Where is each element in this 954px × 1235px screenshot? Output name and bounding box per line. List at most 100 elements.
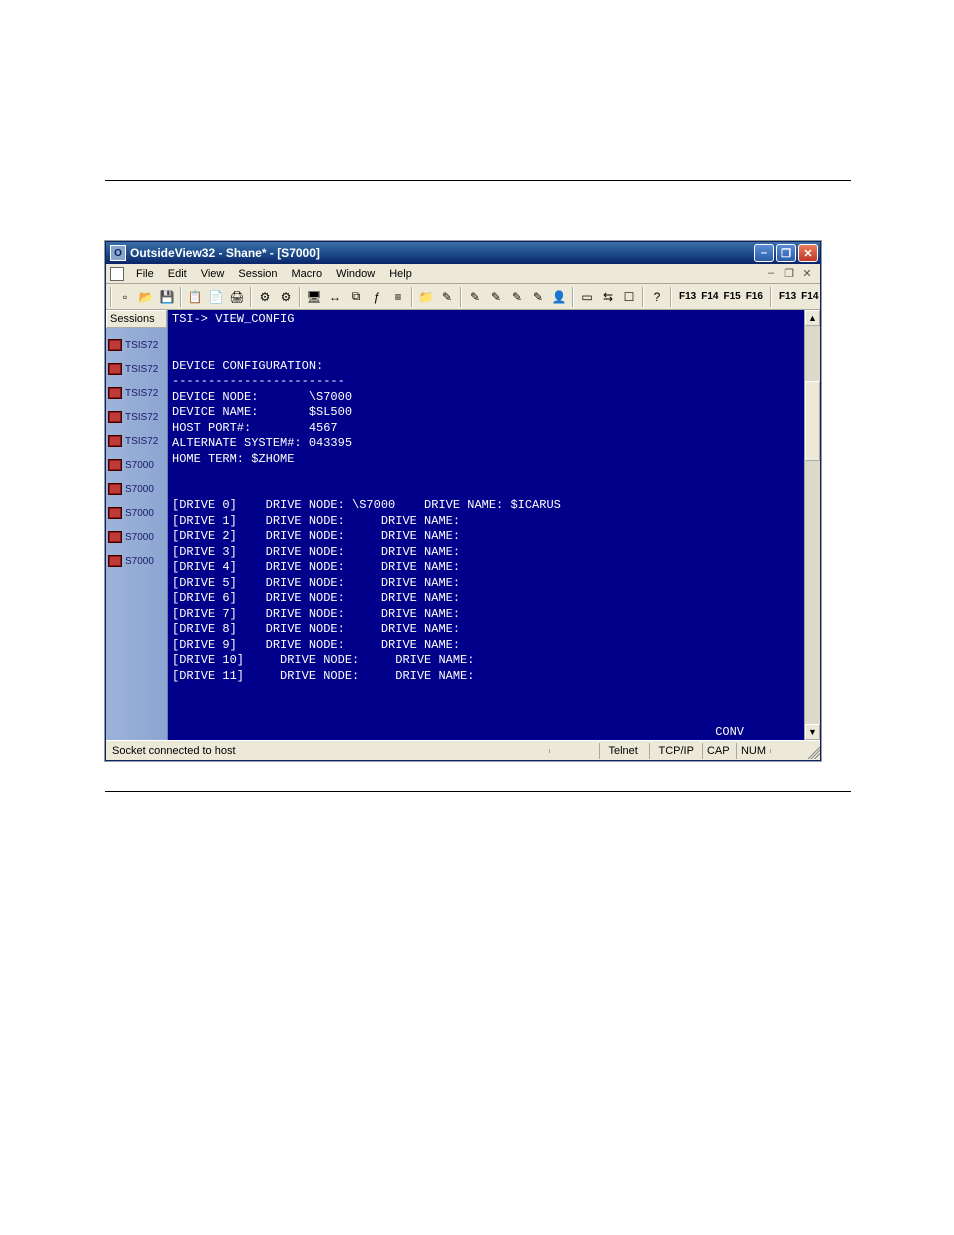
rule-top [105, 180, 851, 181]
menu-edit[interactable]: Edit [162, 266, 193, 282]
session-item[interactable]: TSIS72 [106, 434, 167, 448]
terminal[interactable]: TSI-> VIEW_CONFIG DEVICE CONFIGURATION: … [168, 310, 804, 740]
scroll-up-icon[interactable]: ▲ [805, 310, 820, 326]
net-icon[interactable]: ⇆ [598, 287, 618, 307]
session-label: TSIS72 [125, 340, 158, 351]
menu-file[interactable]: File [130, 266, 160, 282]
cfg2-icon[interactable]: ⚙ [276, 287, 296, 307]
box-icon[interactable]: ☐ [619, 287, 639, 307]
session-item[interactable]: S7000 [106, 482, 167, 496]
screen-icon[interactable]: 🖥 [304, 287, 324, 307]
session-label: TSIS72 [125, 412, 158, 423]
doc-icon[interactable]: ▭ [577, 287, 597, 307]
toolbar-sep [572, 287, 574, 307]
menu-view[interactable]: View [195, 266, 231, 282]
toolbar-sep [642, 287, 644, 307]
conn-icon[interactable]: ↔ [325, 287, 345, 307]
session-label: S7000 [125, 532, 154, 543]
copy-icon[interactable]: 📋 [185, 287, 205, 307]
session-icon [108, 459, 122, 471]
session-label: TSIS72 [125, 388, 158, 399]
sessions-sidebar: Sessions TSIS72 TSIS72 TSIS72 TSIS72 TSIS72 S… [106, 310, 168, 740]
session-icon [108, 387, 122, 399]
session-item[interactable]: S7000 [106, 458, 167, 472]
vertical-scrollbar[interactable]: ▲ ▼ [804, 310, 820, 740]
i2-icon[interactable]: ✎ [465, 287, 485, 307]
session-item[interactable]: S7000 [106, 530, 167, 544]
session-item[interactable]: TSIS72 [106, 410, 167, 424]
scroll-thumb[interactable] [805, 381, 820, 461]
session-icon [108, 363, 122, 375]
mdi-restore[interactable]: ❐ [782, 267, 796, 280]
session-icon [108, 411, 122, 423]
session-item[interactable]: TSIS72 [106, 386, 167, 400]
fn-icon[interactable]: ƒ [367, 287, 387, 307]
toolbar-sep [299, 287, 301, 307]
chain-icon[interactable]: ⧉ [346, 287, 366, 307]
status-empty [770, 749, 804, 753]
menu-help[interactable]: Help [383, 266, 418, 282]
new-icon[interactable]: ▫ [115, 287, 135, 307]
save-icon[interactable]: 💾 [157, 287, 177, 307]
maximize-button[interactable]: ❐ [776, 244, 796, 262]
session-icon [108, 531, 122, 543]
status-num: NUM [736, 743, 770, 759]
fkey-f15[interactable]: F15 [721, 289, 742, 304]
session-label: S7000 [125, 556, 154, 567]
folder-icon[interactable]: 📁 [416, 287, 436, 307]
user-icon[interactable]: 👤 [549, 287, 569, 307]
mdi-close[interactable]: ✕ [800, 267, 814, 280]
toolbar-sep [670, 287, 672, 307]
i1-icon[interactable]: ✎ [437, 287, 457, 307]
cfg1-icon[interactable]: ⚙ [255, 287, 275, 307]
paste-icon[interactable]: 📄 [206, 287, 226, 307]
minimize-button[interactable]: – [754, 244, 774, 262]
session-icon [108, 339, 122, 351]
fkey-f16[interactable]: F16 [744, 289, 765, 304]
toolbar: ▫📂💾📋📄🖨⚙⚙🖥↔⧉ƒ≡📁✎✎✎✎✎👤▭⇆☐? F13F14F15F16 F1… [106, 284, 820, 310]
menu-session[interactable]: Session [232, 266, 283, 282]
doc-name: Shane* [226, 246, 267, 260]
print-icon[interactable]: 🖨 [227, 287, 247, 307]
toolbar-sep [411, 287, 413, 307]
fkey-f13[interactable]: F13 [777, 289, 798, 304]
titlebar: O OutsideView32 - Shane* - [S7000] – ❐ ✕ [106, 242, 820, 264]
scroll-track[interactable] [805, 326, 820, 724]
fkey-f14[interactable]: F14 [699, 289, 720, 304]
session-icon [108, 435, 122, 447]
toolbar-sep [180, 287, 182, 307]
i5-icon[interactable]: ✎ [528, 287, 548, 307]
terminal-mode-label: CONV [715, 725, 744, 741]
window-title: OutsideView32 - Shane* - [S7000] [130, 246, 754, 260]
bars-icon[interactable]: ≡ [388, 287, 408, 307]
menu-macro[interactable]: Macro [286, 266, 329, 282]
fkey-f14[interactable]: F14 [799, 289, 820, 304]
terminal-wrap: TSI-> VIEW_CONFIG DEVICE CONFIGURATION: … [168, 310, 804, 740]
sidebar-header: Sessions [106, 310, 167, 328]
help-icon[interactable]: ? [647, 287, 667, 307]
menu-window[interactable]: Window [330, 266, 381, 282]
session-label: S7000 [125, 460, 154, 471]
session-icon [108, 555, 122, 567]
status-cap: CAP [702, 743, 736, 759]
session-icon [108, 507, 122, 519]
scroll-down-icon[interactable]: ▼ [805, 724, 820, 740]
open-icon[interactable]: 📂 [136, 287, 156, 307]
status-message: Socket connected to host [106, 745, 549, 757]
fkey-f13[interactable]: F13 [677, 289, 698, 304]
session-item[interactable]: TSIS72 [106, 362, 167, 376]
mdi-min[interactable]: – [764, 267, 778, 280]
status-blank [549, 749, 599, 753]
mdi-controls: – ❐ ✕ [764, 267, 816, 280]
i4-icon[interactable]: ✎ [507, 287, 527, 307]
session-label: S7000 [125, 484, 154, 495]
session-label: TSIS72 [125, 364, 158, 375]
i3-icon[interactable]: ✎ [486, 287, 506, 307]
resize-grip-icon[interactable] [804, 743, 820, 759]
session-item[interactable]: TSIS72 [106, 338, 167, 352]
mdi-icon[interactable] [110, 267, 124, 281]
session-item[interactable]: S7000 [106, 554, 167, 568]
session-name: [S7000] [277, 246, 320, 260]
session-item[interactable]: S7000 [106, 506, 167, 520]
close-button[interactable]: ✕ [798, 244, 818, 262]
